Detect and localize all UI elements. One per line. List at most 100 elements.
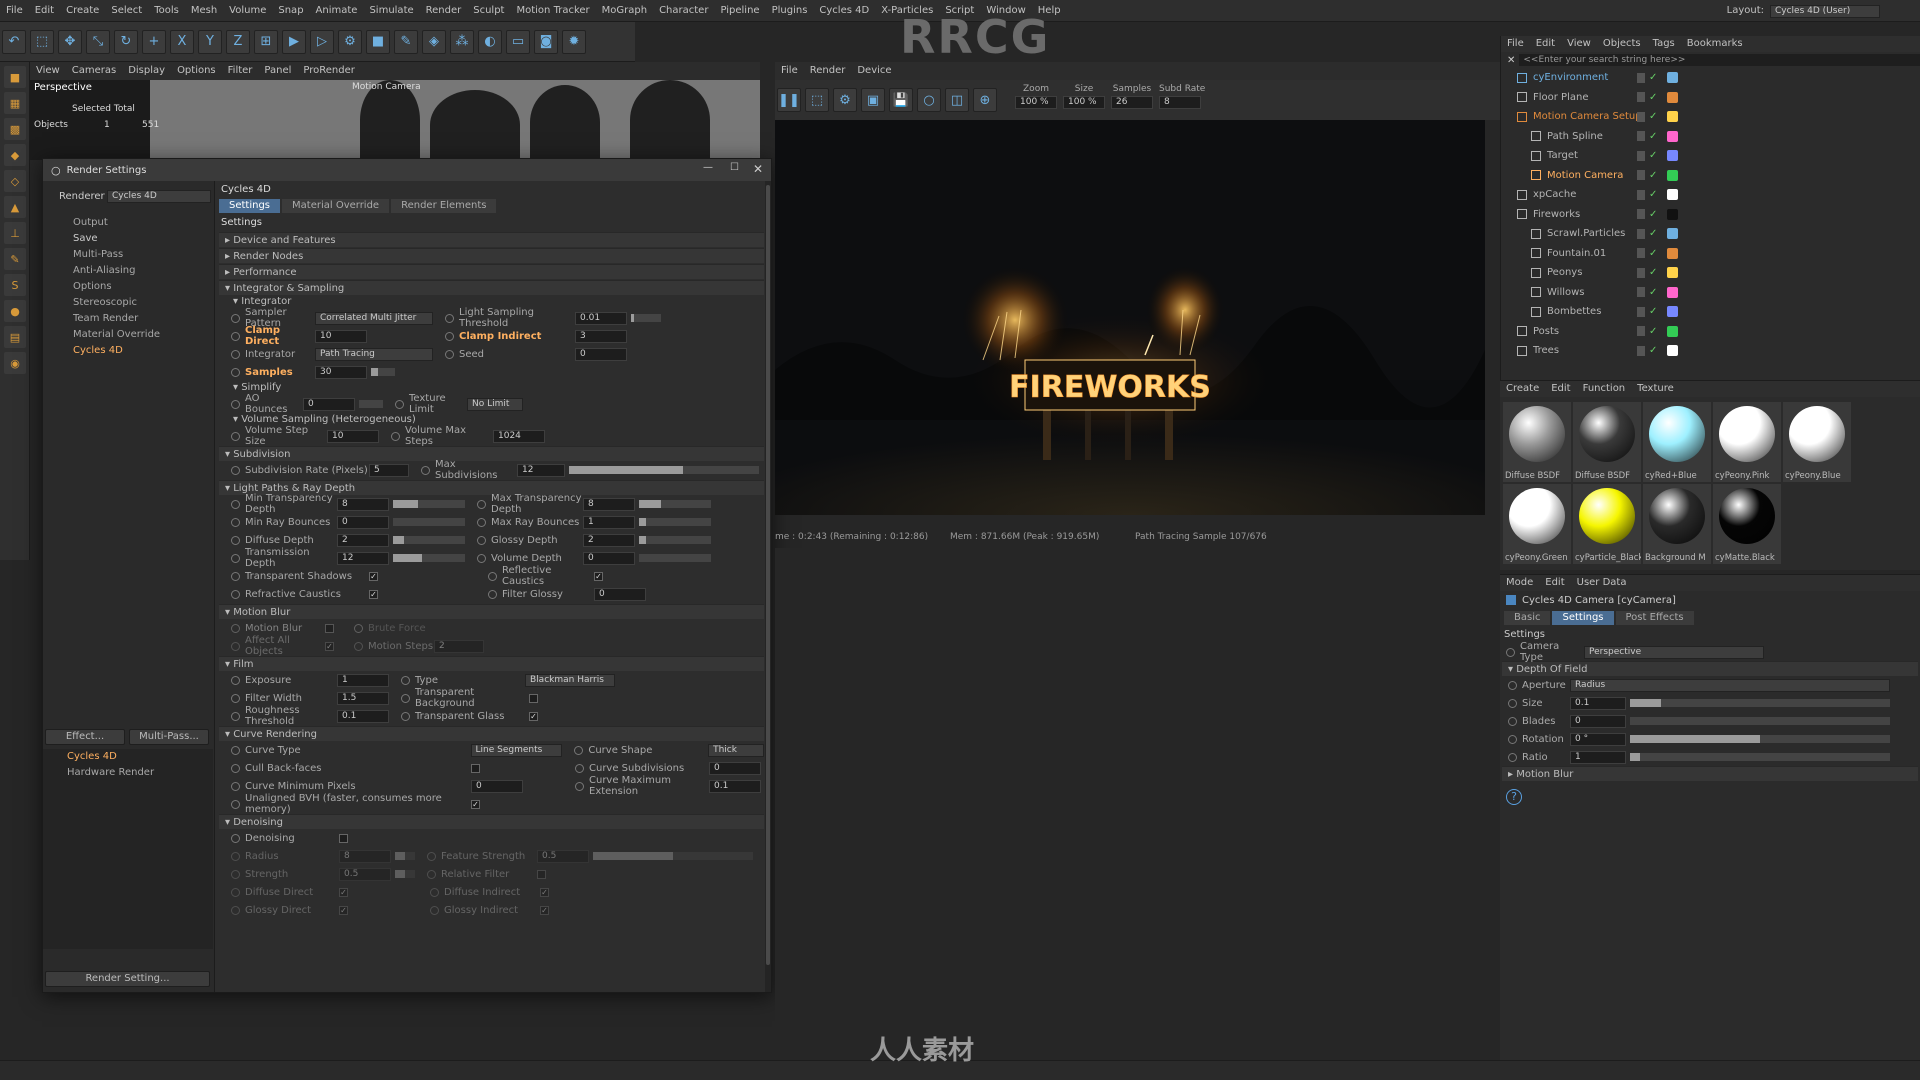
- minimize-icon[interactable]: —: [703, 162, 713, 173]
- anim-dot-icon[interactable]: [401, 675, 410, 685]
- anim-dot-icon[interactable]: [488, 571, 497, 581]
- deformer-icon[interactable]: ◐: [478, 29, 502, 54]
- maximize-icon[interactable]: ☐: [730, 162, 739, 173]
- add-icon[interactable]: +: [142, 29, 166, 54]
- aperture-dropdown[interactable]: Radius: [1570, 678, 1890, 692]
- enable-check-icon[interactable]: ✓: [1649, 326, 1657, 337]
- render-setting-item[interactable]: Hardware Render: [43, 765, 213, 781]
- anim-dot-icon[interactable]: [231, 499, 240, 509]
- viewport-menu-prorender[interactable]: ProRender: [297, 60, 360, 82]
- scrollbar-thumb[interactable]: [766, 185, 770, 965]
- anim-dot-icon[interactable]: [231, 781, 240, 791]
- enable-check-icon[interactable]: ✓: [1649, 306, 1657, 317]
- tab-settings[interactable]: Settings: [219, 199, 281, 213]
- anim-dot-icon[interactable]: [575, 763, 584, 773]
- object-row[interactable]: Peonys ✓: [1501, 263, 1920, 283]
- glossy-direct-checkbox[interactable]: ✓: [339, 905, 348, 915]
- menu-item-create[interactable]: Create: [60, 0, 105, 22]
- size-slider[interactable]: [1630, 699, 1890, 707]
- model-mode-icon[interactable]: ■: [4, 66, 26, 88]
- volume-slider[interactable]: [639, 554, 711, 562]
- anim-dot-icon[interactable]: [488, 589, 497, 599]
- settings-category-anti-aliasing[interactable]: Anti-Aliasing: [43, 263, 214, 279]
- anim-dot-icon[interactable]: [445, 313, 454, 323]
- anim-dot-icon[interactable]: [231, 431, 240, 441]
- anim-dot-icon[interactable]: [231, 313, 240, 323]
- max-trans-field[interactable]: 8: [583, 497, 635, 511]
- move-icon[interactable]: ✥: [58, 29, 82, 54]
- render-pv-icon[interactable]: ▷: [310, 29, 334, 54]
- anim-dot-icon[interactable]: [231, 711, 240, 721]
- anim-dot-icon[interactable]: [421, 465, 430, 475]
- visibility-icon[interactable]: [1637, 248, 1645, 259]
- menu-item-pipeline[interactable]: Pipeline: [714, 0, 765, 22]
- anim-dot-icon[interactable]: [401, 711, 410, 721]
- seed-field[interactable]: 0: [575, 347, 627, 361]
- object-row[interactable]: Fireworks ✓: [1501, 205, 1920, 225]
- transmission-field[interactable]: 12: [337, 551, 389, 565]
- material-swatch[interactable]: cyPeony.Blue: [1783, 402, 1851, 482]
- visibility-icon[interactable]: [1637, 131, 1645, 142]
- anim-dot-icon[interactable]: [574, 745, 584, 755]
- settings-category-material-override[interactable]: Material Override: [43, 327, 214, 343]
- visibility-icon[interactable]: [1637, 267, 1645, 278]
- anim-dot-icon[interactable]: [231, 331, 240, 341]
- enable-check-icon[interactable]: ✓: [1649, 267, 1657, 278]
- anim-dot-icon[interactable]: [231, 675, 240, 685]
- anim-dot-icon[interactable]: [1508, 680, 1517, 690]
- visibility-icon[interactable]: [1637, 345, 1645, 356]
- menu-item-simulate[interactable]: Simulate: [363, 0, 419, 22]
- attribute-menu-mode[interactable]: Mode: [1500, 575, 1539, 591]
- exposure-field[interactable]: 1: [337, 673, 389, 687]
- anim-dot-icon[interactable]: [354, 623, 363, 633]
- radius-slider[interactable]: [395, 852, 415, 860]
- section-curve[interactable]: ▾ Curve Rendering: [219, 726, 764, 741]
- material-swatch[interactable]: cyPeony.Green: [1503, 484, 1571, 564]
- object-row[interactable]: Bombettes ✓: [1501, 302, 1920, 322]
- snap-icon[interactable]: S: [4, 274, 26, 296]
- material-swatch[interactable]: cyPeony.Pink: [1713, 402, 1781, 482]
- lock-icon[interactable]: ◉: [4, 352, 26, 374]
- enable-check-icon[interactable]: ✓: [1649, 209, 1657, 220]
- menu-item-motion-tracker[interactable]: Motion Tracker: [510, 0, 595, 22]
- filter-glossy-field[interactable]: 0: [594, 587, 646, 601]
- volume-maxsteps-field[interactable]: 1024: [493, 429, 545, 443]
- affect-all-checkbox[interactable]: ✓: [325, 641, 334, 651]
- menu-item-tools[interactable]: Tools: [148, 0, 185, 22]
- material-swatch[interactable]: cyRed+Blue: [1643, 402, 1711, 482]
- transparent-bg-checkbox[interactable]: [529, 693, 538, 703]
- section-motion-blur[interactable]: ▾ Motion Blur: [219, 604, 764, 619]
- object-search-input[interactable]: <<Enter your search string here>>: [1519, 54, 1920, 66]
- rotation-field[interactable]: 0 °: [1570, 732, 1626, 746]
- anim-dot-icon[interactable]: [231, 535, 240, 545]
- anim-dot-icon[interactable]: [1508, 716, 1517, 726]
- menu-item-mograph[interactable]: MoGraph: [596, 0, 653, 22]
- anim-dot-icon[interactable]: [231, 833, 240, 843]
- curve-type-dropdown[interactable]: Line Segments: [470, 743, 563, 757]
- select-icon[interactable]: ⬚: [30, 29, 54, 54]
- anim-dot-icon[interactable]: [354, 641, 363, 651]
- grid-icon[interactable]: ▤: [4, 326, 26, 348]
- polygons-mode-icon[interactable]: ▲: [4, 196, 26, 218]
- material-menu-function[interactable]: Function: [1577, 381, 1632, 397]
- viewport-menu-options[interactable]: Options: [171, 60, 222, 82]
- anim-dot-icon[interactable]: [477, 517, 486, 527]
- material-swatch[interactable]: Background M: [1643, 484, 1711, 564]
- anim-dot-icon[interactable]: [427, 869, 436, 879]
- min-ray-slider[interactable]: [393, 518, 465, 526]
- samples-field[interactable]: 26: [1111, 96, 1153, 109]
- menu-item-volume[interactable]: Volume: [223, 0, 272, 22]
- anim-dot-icon[interactable]: [430, 905, 439, 915]
- sampler-pattern-dropdown[interactable]: Correlated Multi Jitter: [315, 311, 433, 325]
- settings-category-cycles-4d[interactable]: Cycles 4D: [43, 343, 214, 359]
- undo-icon[interactable]: ↶: [2, 29, 26, 54]
- object-menu-tags[interactable]: Tags: [1647, 36, 1681, 52]
- enable-check-icon[interactable]: ✓: [1649, 345, 1657, 356]
- light-threshold-slider[interactable]: [631, 314, 661, 322]
- anim-dot-icon[interactable]: [231, 465, 240, 475]
- motion-steps-field[interactable]: 2: [434, 639, 484, 653]
- viewport-menu-display[interactable]: Display: [122, 60, 171, 82]
- glossy-slider[interactable]: [639, 536, 711, 544]
- close-icon[interactable]: ✕: [753, 162, 763, 176]
- anim-dot-icon[interactable]: [231, 517, 240, 527]
